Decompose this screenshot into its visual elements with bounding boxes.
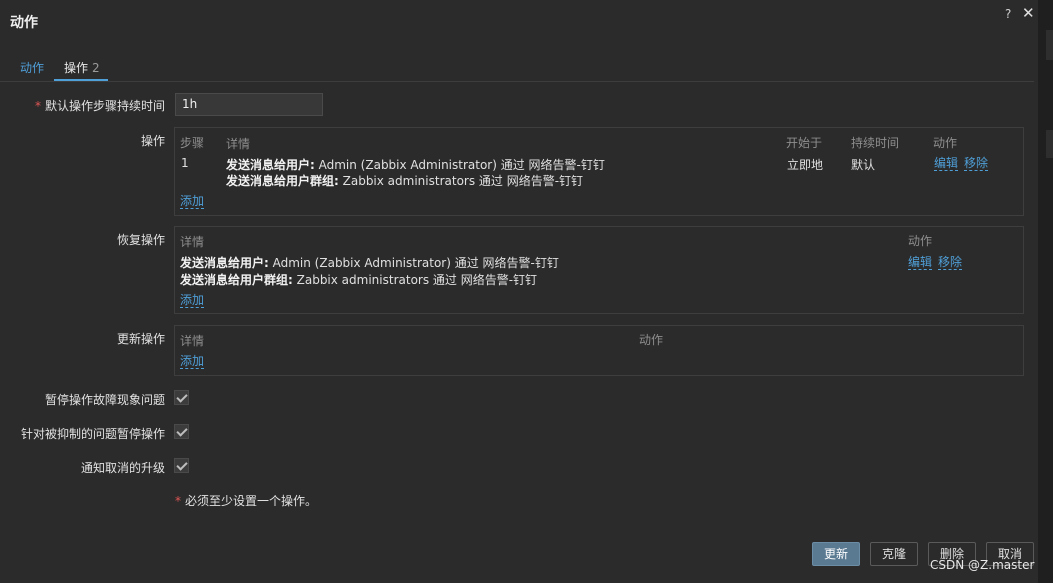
row-detail-group: 发送消息给用户群组: Zabbix administrators 通过 网络告警… xyxy=(180,273,538,287)
operations-table: 步骤 详情 开始于 持续时间 动作 1 发送消息给用户: Admin (Zabb… xyxy=(174,127,1024,216)
update-operations-table: 详情 动作 添加 xyxy=(174,325,1024,376)
col-action: 动作 xyxy=(908,234,933,248)
required-note: * 必须至少设置一个操作。 xyxy=(175,494,318,508)
row-start: 立即地 xyxy=(787,158,824,172)
action-dialog: 动作 ? ✕ 动作 操作 2 * 默认操作步骤持续时间 1h 操作 步骤 详情 开始… xyxy=(0,0,1038,583)
recovery-operations-label: 恢复操作 xyxy=(116,233,165,247)
tab-operations[interactable]: 操作 2 xyxy=(64,59,100,76)
tab-operations-label: 操作 xyxy=(64,61,89,75)
tab-operations-count: 2 xyxy=(92,61,100,75)
col-details: 详情 xyxy=(226,137,251,151)
pause-symptoms-checkbox[interactable] xyxy=(174,390,189,405)
add-update-operation-link[interactable]: 添加 xyxy=(180,354,205,369)
notify-cancelled-checkbox[interactable] xyxy=(174,458,189,473)
pause-suppressed-label: 针对被抑制的问题暂停操作 xyxy=(20,427,165,441)
col-details: 详情 xyxy=(180,235,205,249)
col-duration: 持续时间 xyxy=(851,136,900,150)
watermark: CSDN @Z.master xyxy=(930,558,1035,572)
tab-action[interactable]: 动作 xyxy=(20,59,44,76)
recovery-operations-table: 详情 动作 发送消息给用户: Admin (Zabbix Administrat… xyxy=(174,226,1024,314)
background-segment xyxy=(1046,30,1053,60)
remove-link[interactable]: 移除 xyxy=(938,255,963,270)
col-start: 开始于 xyxy=(786,136,823,150)
col-action: 动作 xyxy=(639,333,664,347)
add-operation-link[interactable]: 添加 xyxy=(180,194,205,209)
edit-link[interactable]: 编辑 xyxy=(908,255,933,270)
pause-suppressed-checkbox[interactable] xyxy=(174,424,189,439)
operations-label: 操作 xyxy=(140,134,165,148)
col-details: 详情 xyxy=(180,334,205,348)
notify-cancelled-label: 通知取消的升级 xyxy=(80,461,165,475)
col-action: 动作 xyxy=(933,136,958,150)
row-detail-user: 发送消息给用户: Admin (Zabbix Administrator) 通过… xyxy=(226,158,605,172)
edit-link[interactable]: 编辑 xyxy=(934,156,959,171)
default-step-duration-input[interactable]: 1h xyxy=(175,93,323,116)
col-step: 步骤 xyxy=(180,136,205,150)
tab-bar: 动作 操作 2 xyxy=(0,55,1034,82)
close-icon[interactable]: ✕ xyxy=(1022,4,1035,22)
dialog-title: 动作 xyxy=(10,15,38,31)
update-button[interactable]: 更新 xyxy=(812,542,860,566)
pause-symptoms-label: 暂停操作故障现象问题 xyxy=(44,393,165,407)
remove-link[interactable]: 移除 xyxy=(964,156,989,171)
background-segment xyxy=(1046,130,1053,158)
required-marker: * xyxy=(175,494,181,508)
help-icon[interactable]: ? xyxy=(1005,7,1011,21)
row-detail-group: 发送消息给用户群组: Zabbix administrators 通过 网络告警… xyxy=(226,174,584,188)
active-tab-indicator xyxy=(54,79,108,81)
row-detail-user: 发送消息给用户: Admin (Zabbix Administrator) 通过… xyxy=(180,256,559,270)
add-recovery-operation-link[interactable]: 添加 xyxy=(180,293,205,308)
row-duration: 默认 xyxy=(851,158,876,172)
update-operations-label: 更新操作 xyxy=(116,332,165,346)
default-step-duration-label: * 默认操作步骤持续时间 xyxy=(34,99,165,113)
required-marker: * xyxy=(34,99,41,113)
background-page-strip xyxy=(1038,0,1053,583)
row-step: 1 xyxy=(181,156,189,170)
clone-button[interactable]: 克隆 xyxy=(870,542,918,566)
